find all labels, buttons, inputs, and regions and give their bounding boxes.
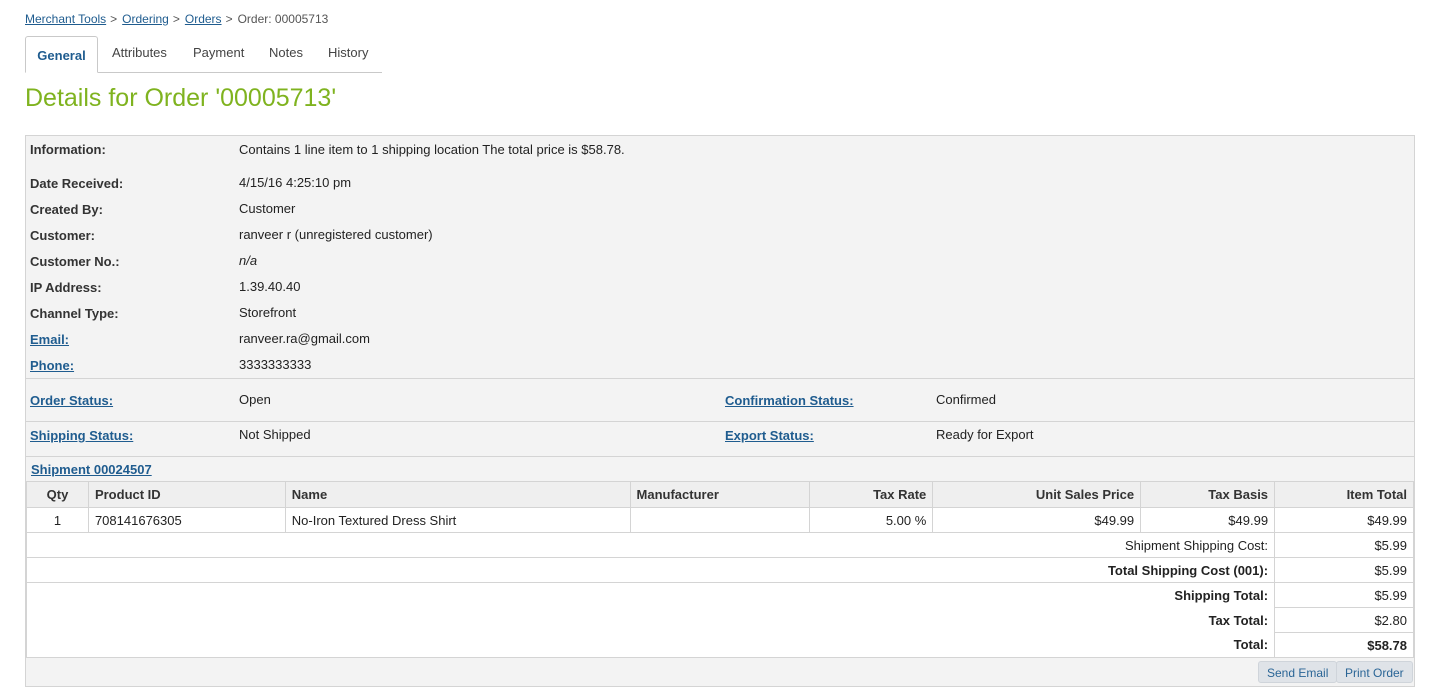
- breadcrumb-separator: >: [110, 12, 118, 26]
- breadcrumb-current: Order: 00005713: [237, 12, 329, 26]
- table-row: 1 708141676305 No-Iron Textured Dress Sh…: [26, 507, 1414, 533]
- channel-type-label: Channel Type:: [30, 306, 119, 321]
- shipment-link[interactable]: Shipment 00024507: [31, 462, 152, 477]
- table-header-row: Qty Product ID Name Manufacturer Tax Rat…: [26, 481, 1414, 508]
- tab-notes[interactable]: Notes: [269, 36, 303, 72]
- confirmation-status-value: Confirmed: [936, 392, 996, 407]
- totals-row: Shipment Shipping Cost: $5.99: [25, 532, 1414, 558]
- print-order-button[interactable]: Print Order: [1336, 661, 1413, 683]
- shipment-shipping-cost-label: Shipment Shipping Cost:: [25, 532, 1276, 558]
- column-header-tax-basis[interactable]: Tax Basis: [1140, 481, 1276, 508]
- export-status-link[interactable]: Export Status:: [725, 428, 814, 443]
- tax-total-label: Tax Total:: [25, 607, 1276, 633]
- confirmation-status-link[interactable]: Confirmation Status:: [725, 393, 854, 408]
- tab-attributes[interactable]: Attributes: [112, 36, 167, 72]
- created-by-value: Customer: [239, 201, 296, 216]
- column-header-tax-rate[interactable]: Tax Rate: [809, 481, 934, 508]
- export-status-value: Ready for Export: [936, 427, 1034, 442]
- column-header-unit-sales-price[interactable]: Unit Sales Price: [932, 481, 1142, 508]
- phone-value: 3333333333: [239, 357, 312, 372]
- line-items-table: Qty Product ID Name Manufacturer Tax Rat…: [25, 481, 1414, 658]
- total-shipping-cost-label: Total Shipping Cost (001):: [25, 557, 1276, 583]
- breadcrumb-separator: >: [172, 12, 180, 26]
- breadcrumb-separator: >: [225, 12, 233, 26]
- customer-no-label: Customer No.:: [30, 254, 120, 269]
- created-by-label: Created By:: [30, 202, 103, 217]
- page-title: Details for Order '00005713': [25, 84, 337, 112]
- cell-item-total: $49.99: [1274, 507, 1414, 533]
- ip-address-label: IP Address:: [30, 280, 102, 295]
- cell-tax-basis: $49.99: [1140, 507, 1276, 533]
- shipping-total-value: $5.99: [1274, 582, 1414, 608]
- grand-total-label: Total:: [25, 632, 1276, 658]
- breadcrumb-ordering[interactable]: Ordering: [122, 12, 169, 26]
- column-header-name[interactable]: Name: [284, 481, 631, 508]
- divider: [26, 421, 1414, 422]
- customer-no-value: n/a: [239, 253, 258, 268]
- cell-unit-sales-price: $49.99: [932, 507, 1142, 533]
- totals-row: Shipping Total: $5.99: [25, 582, 1414, 608]
- tab-history[interactable]: History: [328, 36, 368, 72]
- email-link[interactable]: Email:: [30, 332, 69, 347]
- send-email-button[interactable]: Send Email: [1258, 661, 1338, 683]
- totals-row: Total Shipping Cost (001): $5.99: [25, 557, 1414, 583]
- column-header-product-id[interactable]: Product ID: [87, 481, 286, 508]
- column-header-qty[interactable]: Qty: [26, 481, 89, 508]
- shipping-total-label: Shipping Total:: [25, 582, 1276, 608]
- cell-product-id: 708141676305: [87, 507, 286, 533]
- email-value: ranveer.ra@gmail.com: [239, 331, 370, 346]
- totals-row: Tax Total: $2.80: [25, 607, 1414, 633]
- shipping-status-value: Not Shipped: [239, 427, 311, 442]
- cell-name: No-Iron Textured Dress Shirt: [284, 507, 631, 533]
- information-label: Information:: [30, 142, 106, 157]
- cell-qty: 1: [26, 507, 89, 533]
- tab-payment[interactable]: Payment: [193, 36, 244, 72]
- shipping-status-link[interactable]: Shipping Status:: [30, 428, 133, 443]
- column-header-manufacturer[interactable]: Manufacturer: [629, 481, 811, 508]
- order-details-panel: Information: Contains 1 line item to 1 s…: [25, 135, 1415, 687]
- date-received-label: Date Received:: [30, 176, 124, 191]
- total-shipping-cost-value: $5.99: [1274, 557, 1414, 583]
- tax-total-value: $2.80: [1274, 607, 1414, 633]
- breadcrumb-merchant-tools[interactable]: Merchant Tools: [25, 12, 106, 26]
- channel-type-value: Storefront: [239, 305, 297, 320]
- cell-manufacturer: [629, 507, 811, 533]
- order-status-link[interactable]: Order Status:: [30, 393, 113, 408]
- tab-general[interactable]: General: [25, 36, 98, 73]
- customer-label: Customer:: [30, 228, 96, 243]
- column-header-item-total[interactable]: Item Total: [1274, 481, 1414, 508]
- divider: [26, 378, 1414, 379]
- breadcrumb-orders[interactable]: Orders: [185, 12, 222, 26]
- ip-address-value: 1.39.40.40: [239, 279, 301, 294]
- breadcrumb: Merchant Tools > Ordering > Orders > Order: 00…: [25, 12, 328, 26]
- grand-total-value: $58.78: [1274, 632, 1414, 658]
- cell-tax-rate: 5.00 %: [809, 507, 934, 533]
- phone-link[interactable]: Phone:: [30, 358, 74, 373]
- tab-bar: General Attributes Payment Notes History: [25, 36, 382, 73]
- shipment-shipping-cost-value: $5.99: [1274, 532, 1414, 558]
- date-received-value: 4/15/16 4:25:10 pm: [239, 175, 352, 190]
- information-value: Contains 1 line item to 1 shipping locat…: [239, 142, 625, 157]
- totals-row: Total: $58.78: [25, 632, 1414, 658]
- order-status-value: Open: [239, 392, 271, 407]
- customer-value: ranveer r (unregistered customer): [239, 227, 433, 242]
- divider: [26, 456, 1414, 457]
